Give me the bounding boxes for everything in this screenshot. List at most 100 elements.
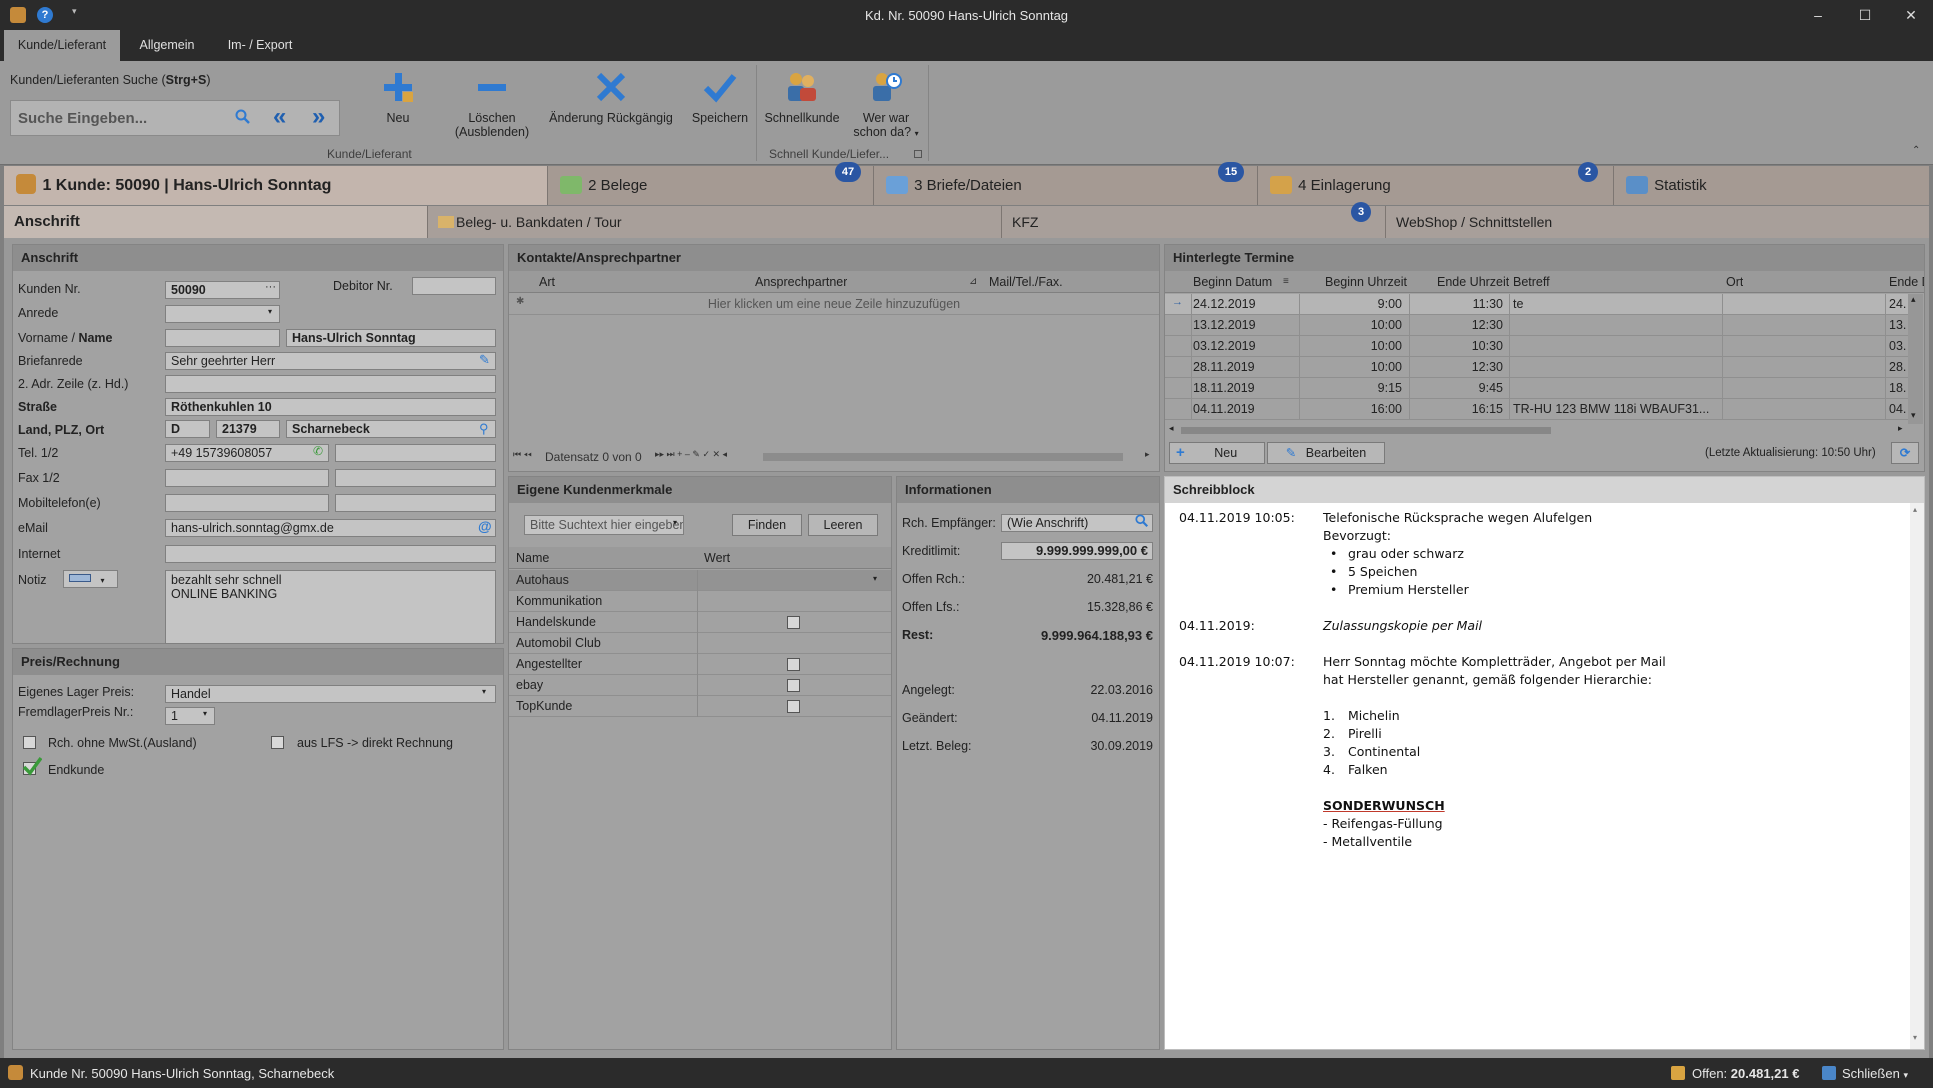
merkmal-row[interactable]: ebay	[509, 675, 891, 696]
termin-neu-button[interactable]: + Neu	[1169, 442, 1265, 464]
lager-preis-select[interactable]: Handel	[165, 685, 496, 703]
quick-customer-button[interactable]: Schnellkunde	[762, 67, 842, 125]
debitor-field[interactable]	[412, 277, 496, 295]
termin-row[interactable]: 04.11.2019 16:00 16:15 TR-HU 123 BMW 118i W…	[1165, 399, 1908, 420]
horizontal-scrollbar[interactable]	[763, 453, 1123, 461]
schreibblock-vscrollbar[interactable]: ▴ ▾	[1910, 503, 1924, 1049]
kredit-field[interactable]: 9.999.999.999,00 €	[1001, 542, 1153, 560]
minimize-button[interactable]: –	[1795, 0, 1841, 30]
leeren-button[interactable]: Leeren	[808, 514, 878, 536]
tab-briefe[interactable]: 3 Briefe/Dateien	[874, 166, 1258, 205]
edit-pencil-icon[interactable]: ✎	[479, 352, 490, 368]
merkmal-row[interactable]: TopKunde	[509, 696, 891, 717]
col-ende-uhrzeit[interactable]: Ende Uhrzeit	[1437, 271, 1509, 293]
merkmal-checkbox[interactable]	[787, 616, 800, 629]
subtab-beleg-bank[interactable]: Beleg- u. Bankdaten / Tour	[428, 206, 1002, 238]
plz-field[interactable]: 21379	[216, 420, 280, 438]
previous-record-icon[interactable]: «	[273, 104, 286, 130]
chevron-down-icon[interactable]: ▾	[873, 574, 877, 583]
col-beginn-uhrzeit[interactable]: Beginn Uhrzeit	[1325, 271, 1407, 293]
search-icon[interactable]	[235, 109, 251, 128]
termin-row[interactable]: 13.12.2019 10:00 12:30 13.	[1165, 315, 1908, 336]
adr2-field[interactable]	[165, 375, 496, 393]
internet-field[interactable]	[165, 545, 496, 563]
merkmal-row[interactable]: Handelskunde	[509, 612, 891, 633]
tab-einlagerung[interactable]: 4 Einlagerung	[1258, 166, 1614, 205]
ellipsis-icon[interactable]: ···	[265, 281, 276, 293]
tab-kunde[interactable]: 1 Kunde: 50090 | Hans-Ulrich Sonntag	[4, 166, 548, 205]
finden-button[interactable]: Finden	[732, 514, 802, 536]
delete-button[interactable]: Löschen (Ausblenden)	[448, 67, 536, 139]
merkmal-row[interactable]: Kommunikation	[509, 591, 891, 612]
merkmal-checkbox[interactable]	[787, 679, 800, 692]
tel2-field[interactable]	[335, 444, 496, 462]
col-beginn-datum[interactable]: Beginn Datum	[1193, 271, 1272, 293]
fremdlager-select[interactable]: 1	[165, 707, 215, 725]
phone-icon[interactable]: ✆	[313, 444, 323, 458]
next-record-icon[interactable]: »	[312, 104, 325, 130]
filter-icon[interactable]: ⊿	[969, 271, 977, 293]
strasse-field[interactable]: Röthenkuhlen 10	[165, 398, 496, 416]
col-art[interactable]: Art	[539, 271, 555, 293]
save-button[interactable]: Speichern	[688, 67, 752, 125]
maximize-button[interactable]: ☐	[1842, 0, 1888, 30]
mobil2-field[interactable]	[335, 494, 496, 512]
col-ende-d[interactable]: Ende D	[1889, 271, 1924, 293]
subtab-webshop[interactable]: WebShop / Schnittstellen	[1386, 206, 1929, 238]
kunden-nr-field[interactable]: 50090	[165, 281, 280, 299]
scroll-down-icon[interactable]: ▾	[1911, 410, 1916, 421]
termin-row[interactable]: 18.11.2019 9:15 9:45 18.	[1165, 378, 1908, 399]
merkmal-row[interactable]: Angestellter	[509, 654, 891, 675]
scroll-right-icon[interactable]: ▸	[1145, 449, 1150, 460]
col-betreff[interactable]: Betreff	[1513, 271, 1550, 293]
schliessen-button[interactable]: Schließen ▾	[1842, 1066, 1908, 1081]
close-button[interactable]: ✕	[1888, 0, 1933, 30]
ribbon-tab-export[interactable]: Im- / Export	[214, 30, 306, 61]
col-wert[interactable]: Wert	[704, 547, 730, 569]
merkmal-checkbox[interactable]	[787, 658, 800, 671]
refresh-button[interactable]: ⟳	[1891, 442, 1919, 464]
scroll-up-icon[interactable]: ▴	[1913, 505, 1917, 514]
merkmal-checkbox[interactable]	[787, 700, 800, 713]
scroll-left-icon[interactable]: ◂	[1169, 423, 1174, 434]
subtab-kfz[interactable]: KFZ	[1002, 206, 1386, 238]
lfs-checkbox[interactable]	[271, 736, 284, 749]
col-mail-tel-fax[interactable]: Mail/Tel./Fax.	[989, 271, 1063, 293]
termine-vscrollbar[interactable]: ▴ ▾	[1908, 294, 1923, 424]
col-ort[interactable]: Ort	[1726, 271, 1743, 293]
subtab-anschrift[interactable]: Anschrift	[4, 206, 428, 238]
undo-changes-button[interactable]: Änderung Rückgängig	[546, 67, 676, 125]
group-expand-icon[interactable]	[914, 150, 922, 158]
merkmal-row[interactable]: Autohaus ▾	[509, 570, 891, 591]
new-button[interactable]: Neu	[372, 67, 424, 125]
ohne-mwst-checkbox[interactable]	[23, 736, 36, 749]
schreibblock-editor[interactable]: 04.11.2019 10:05: Telefonische Rücksprac…	[1165, 503, 1910, 1049]
scroll-down-icon[interactable]: ▾	[1913, 1033, 1917, 1042]
termin-row[interactable]: 28.11.2019 10:00 12:30 28.	[1165, 357, 1908, 378]
anrede-select[interactable]	[165, 305, 280, 323]
name-field[interactable]: Hans-Ulrich Sonntag	[286, 329, 496, 347]
tab-belege[interactable]: 2 Belege	[548, 166, 874, 205]
empf-field[interactable]: (Wie Anschrift)	[1001, 514, 1153, 532]
col-name[interactable]: Name	[516, 547, 549, 569]
col-ansprechpartner[interactable]: Ansprechpartner	[755, 271, 847, 293]
fax2-field[interactable]	[335, 469, 496, 487]
add-row[interactable]: ✱ Hier klicken um eine neue Zeile hinzuz…	[509, 294, 1159, 315]
tel1-field[interactable]: +49 15739608057	[165, 444, 329, 462]
location-icon[interactable]: ⚲	[479, 421, 489, 437]
notiz-field[interactable]: bezahlt sehr schnell ONLINE BANKING	[165, 570, 496, 644]
ort-field[interactable]: Scharnebeck	[286, 420, 496, 438]
email-field[interactable]: hans-ulrich.sonntag@gmx.de	[165, 519, 496, 537]
hscroll-thumb[interactable]	[1181, 427, 1551, 434]
at-icon[interactable]: @	[478, 518, 492, 534]
merkmale-search-input[interactable]: Bitte Suchtext hier eingeben...	[524, 515, 684, 535]
search-input[interactable]: Suche Eingeben... « »	[10, 100, 340, 136]
who-was-here-button[interactable]: Wer war schon da? ▾	[846, 67, 926, 141]
ribbon-tab-allgemein[interactable]: Allgemein	[128, 30, 206, 61]
termin-row[interactable]: → 24.12.2019 9:00 11:30 te 24.	[1165, 294, 1908, 315]
first-record-icon[interactable]: ⏮ ◂◂	[513, 449, 532, 460]
ribbon-tab-kunde[interactable]: Kunde/Lieferant	[4, 30, 120, 61]
merkmal-row[interactable]: Automobil Club	[509, 633, 891, 654]
tab-statistik[interactable]: Statistik	[1614, 166, 1929, 205]
fax1-field[interactable]	[165, 469, 329, 487]
